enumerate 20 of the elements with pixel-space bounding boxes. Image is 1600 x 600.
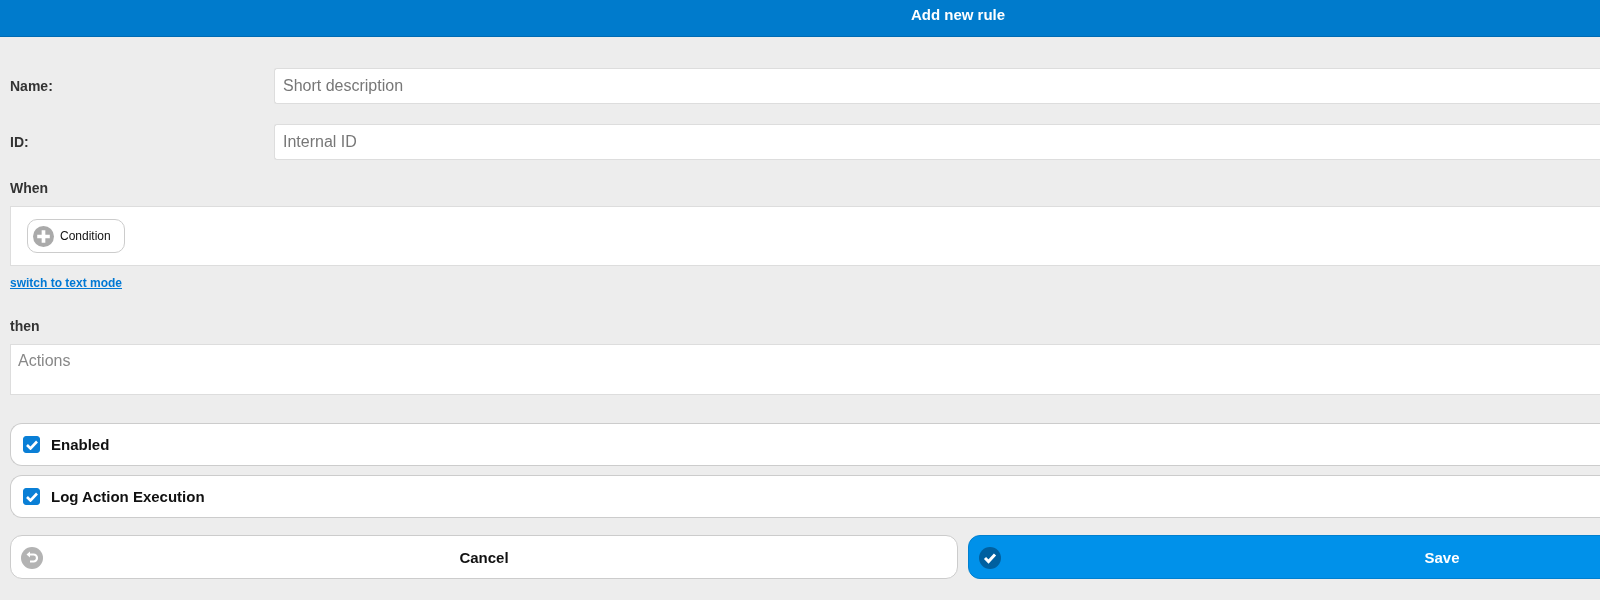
section-label: then — [10, 318, 41, 334]
option-label: Enabled — [51, 436, 110, 453]
field-label: ID: — [10, 134, 30, 150]
dialog-title: Add new rule — [910, 5, 1006, 23]
undo-icon — [21, 547, 43, 569]
section-label: When — [10, 180, 50, 196]
text-field[interactable]: Internal ID — [274, 124, 1600, 160]
check-icon — [979, 547, 1001, 569]
field-label: Name: — [10, 78, 54, 94]
text-field[interactable]: Short description — [274, 68, 1600, 104]
text-mode-link[interactable]: switch to text mode — [10, 276, 122, 290]
option-row[interactable]: Enabled — [10, 423, 1600, 466]
cancel-button[interactable]: Cancel — [10, 535, 958, 579]
checkbox[interactable] — [23, 488, 40, 505]
plus-icon — [33, 225, 54, 247]
option-label: Log Action Execution — [51, 488, 205, 505]
actions-field[interactable]: Actions — [10, 344, 1600, 395]
checkbox[interactable] — [23, 436, 40, 453]
option-row[interactable]: Log Action Execution — [10, 475, 1600, 518]
add-condition-button[interactable]: Condition — [27, 219, 125, 253]
